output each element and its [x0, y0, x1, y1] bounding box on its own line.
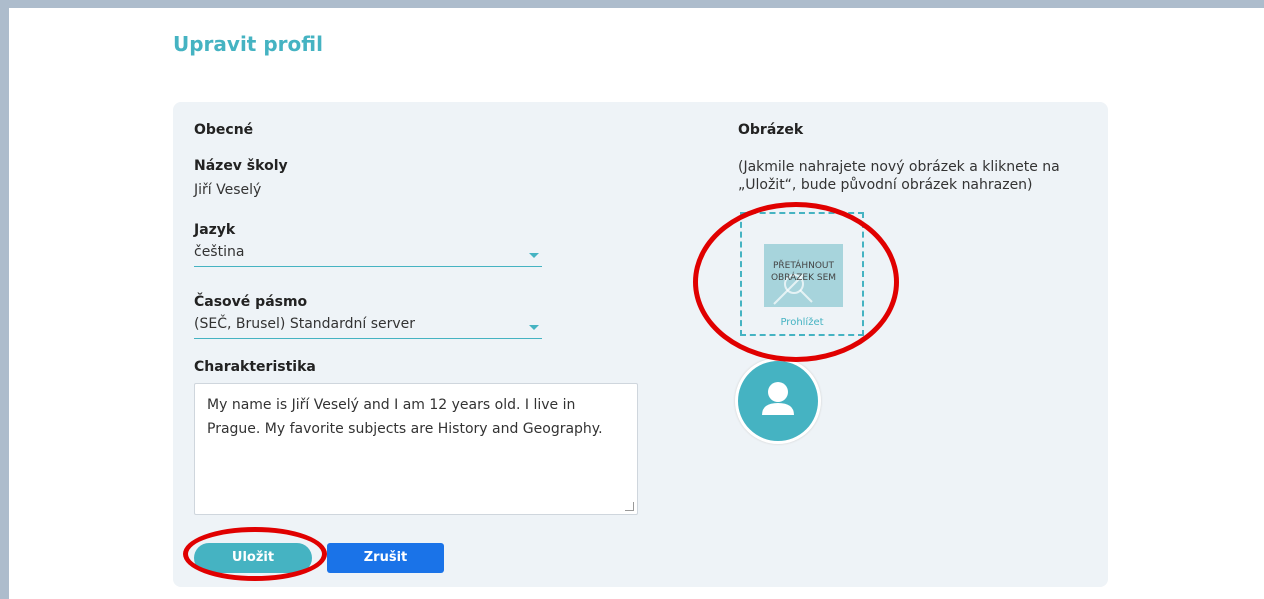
image-placeholder-icon: PŘETÁHNOUT OBRÁZEK SEM [764, 244, 843, 307]
avatar [735, 358, 821, 444]
chevron-down-icon [529, 325, 539, 330]
characteristics-textarea[interactable]: My name is Jiří Veselý and I am 12 years… [194, 383, 638, 515]
save-button[interactable]: Uložit [194, 543, 312, 573]
picture-hint: (Jakmile nahrajete nový obrázek a klikne… [738, 159, 1060, 193]
page-title: Upravit profil [173, 32, 323, 56]
picture-section-title: Obrázek [738, 122, 804, 138]
language-select-value: čeština [194, 244, 245, 260]
timezone-select-value: (SEČ, Brusel) Standardní server [194, 316, 416, 332]
language-select[interactable]: čeština [194, 244, 542, 267]
language-label: Jazyk [194, 222, 236, 238]
page: Upravit profil Obecné Název školy Jiří V… [9, 8, 1264, 599]
cancel-button[interactable]: Zrušit [327, 543, 444, 573]
profile-form-card: Obecné Název školy Jiří Veselý Jazyk češ… [173, 102, 1108, 587]
browse-link[interactable]: Prohlížet [742, 317, 862, 328]
characteristics-text: My name is Jiří Veselý and I am 12 years… [207, 397, 603, 437]
school-name-label: Název školy [194, 158, 288, 174]
timezone-label: Časové pásmo [194, 294, 308, 310]
timezone-select[interactable]: (SEČ, Brusel) Standardní server [194, 316, 542, 339]
school-name-value: Jiří Veselý [194, 182, 262, 198]
drop-text: PŘETÁHNOUT OBRÁZEK SEM [770, 261, 837, 283]
image-dropzone[interactable]: PŘETÁHNOUT OBRÁZEK SEM Prohlížet [740, 212, 864, 336]
resize-handle-icon[interactable] [625, 502, 634, 511]
chevron-down-icon [529, 253, 539, 258]
user-icon [762, 382, 794, 415]
general-section-title: Obecné [194, 122, 254, 138]
characteristics-label: Charakteristika [194, 359, 316, 375]
